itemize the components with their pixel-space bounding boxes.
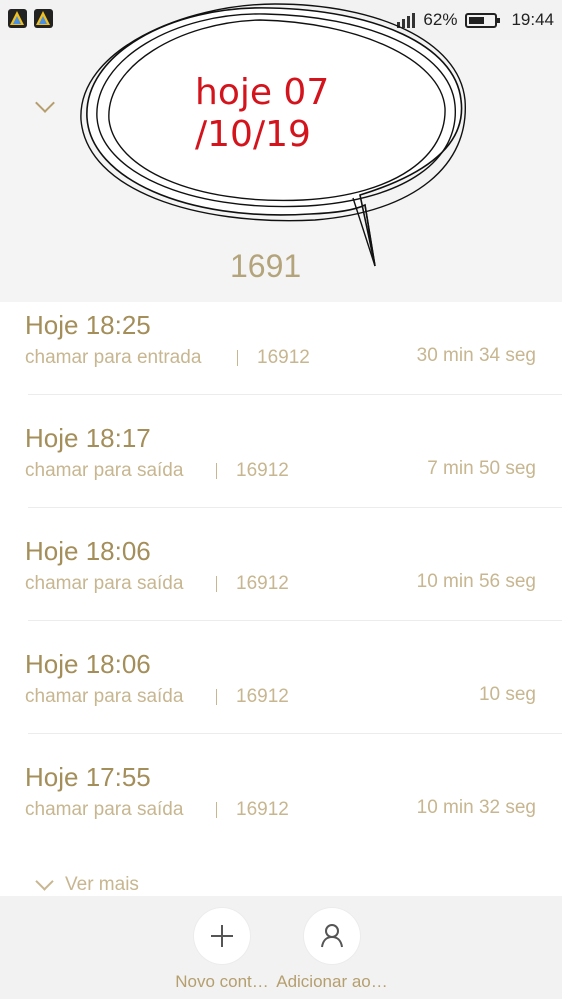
divider [28, 507, 562, 508]
call-type: chamar para entrada [25, 347, 202, 368]
call-log-item[interactable]: Hoje 18:06 chamar para saída 16912 10 mi… [0, 528, 562, 641]
call-time: Hoje 17:55 [25, 762, 151, 792]
call-log-item[interactable]: Hoje 18:25 chamar para entrada 16912 30 … [0, 302, 562, 415]
call-time: Hoje 18:17 [25, 423, 151, 453]
add-to-contact-label: Adicionar ao… [276, 972, 388, 991]
call-duration: 10 min 32 seg [416, 797, 536, 818]
call-time: Hoje 18:06 [25, 536, 151, 566]
call-duration: 10 min 56 seg [416, 571, 536, 592]
plus-icon [194, 908, 250, 964]
battery-icon [465, 12, 501, 28]
separator [216, 802, 217, 818]
call-number: 16912 [257, 347, 310, 368]
annotation-line: /10/19 [195, 114, 311, 155]
separator [216, 689, 217, 705]
add-to-contact-button[interactable]: Adicionar ao… [276, 908, 388, 992]
app-notification-icon [34, 9, 53, 28]
divider [28, 620, 562, 621]
person-icon [304, 908, 360, 964]
new-contact-button[interactable]: Novo cont… [166, 908, 278, 992]
separator [216, 463, 217, 479]
chevron-down-icon [35, 871, 54, 891]
call-duration: 7 min 50 seg [427, 458, 536, 479]
call-log-item[interactable]: Hoje 18:06 chamar para saída 16912 10 se… [0, 641, 562, 754]
call-number: 16912 [236, 686, 289, 707]
call-type: chamar para saída [25, 460, 184, 481]
clock: 19:44 [511, 10, 554, 29]
call-time: Hoje 18:06 [25, 649, 151, 679]
divider [28, 394, 562, 395]
call-duration: 10 seg [478, 684, 536, 705]
call-number: 16912 [236, 573, 289, 594]
chevron-down-icon[interactable] [35, 93, 55, 113]
separator [216, 576, 217, 592]
call-number: 16912 [236, 799, 289, 820]
see-more-label: Ver mais [65, 874, 139, 895]
annotation-text: hoje 07 /10/19 [195, 72, 455, 156]
call-log-item[interactable]: Hoje 17:55 chamar para saída 16912 10 mi… [0, 754, 562, 867]
call-number: 16912 [236, 460, 289, 481]
call-time: Hoje 18:25 [25, 310, 151, 340]
new-contact-label: Novo cont… [175, 972, 269, 991]
call-type: chamar para saída [25, 573, 184, 594]
separator [237, 350, 238, 366]
divider [28, 733, 562, 734]
call-type: chamar para saída [25, 799, 184, 820]
annotation-line: hoje 07 [195, 72, 330, 113]
annotation-speech-bubble: hoje 07 /10/19 [75, 0, 470, 272]
call-type: chamar para saída [25, 686, 184, 707]
bottom-action-bar: Novo cont… Adicionar ao… [0, 896, 562, 999]
app-notification-icon [8, 9, 27, 28]
call-duration: 30 min 34 seg [416, 345, 536, 366]
call-log-item[interactable]: Hoje 18:17 chamar para saída 16912 7 min… [0, 415, 562, 528]
